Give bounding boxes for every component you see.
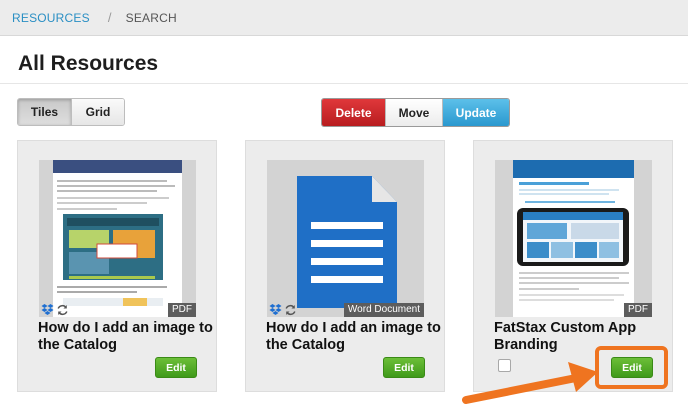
move-button[interactable]: Move — [385, 99, 443, 126]
edit-button[interactable]: Edit — [383, 357, 425, 378]
resource-thumbnail[interactable]: PDF — [39, 160, 196, 317]
delete-button[interactable]: Delete — [322, 99, 385, 126]
breadcrumb-current: SEARCH — [125, 10, 177, 25]
file-type-badge: PDF — [168, 303, 196, 317]
resource-card[interactable]: PDF How do I add an image to the Catalog… — [17, 140, 217, 392]
document-preview-image — [53, 160, 182, 317]
update-button[interactable]: Update — [443, 99, 509, 126]
main-content: All Resources Tiles Grid Delete Move Upd… — [0, 36, 688, 417]
edit-button[interactable]: Edit — [155, 357, 197, 378]
resource-thumbnail[interactable]: Word Document — [267, 160, 424, 317]
sync-status — [41, 304, 69, 316]
file-type-badge: Word Document — [343, 303, 424, 317]
bulk-action-group: Delete Move Update — [321, 98, 510, 127]
page-title: All Resources — [18, 52, 159, 75]
resource-title[interactable]: How do I add an image to the Catalog — [38, 320, 214, 354]
breadcrumb-resources-link[interactable]: RESOURCES — [12, 11, 90, 25]
file-type-badge: PDF — [624, 303, 652, 317]
dropbox-icon — [269, 304, 282, 315]
sync-icon — [57, 304, 68, 316]
dropbox-icon — [41, 304, 54, 315]
resource-card[interactable]: Word Document How do I add an image to t… — [245, 140, 445, 392]
tiles-view-button[interactable]: Tiles — [18, 99, 71, 125]
sync-icon — [285, 304, 296, 316]
breadcrumb: RESOURCES / SEARCH — [0, 0, 688, 36]
title-divider — [0, 83, 688, 84]
resource-title[interactable]: How do I add an image to the Catalog — [266, 320, 442, 354]
sync-status — [269, 304, 297, 316]
view-toggle: Tiles Grid — [17, 98, 125, 126]
word-document-icon — [297, 176, 397, 308]
resource-thumbnail[interactable]: PDF — [495, 160, 652, 317]
edit-button[interactable]: Edit — [611, 357, 653, 378]
select-checkbox[interactable] — [498, 359, 511, 372]
resource-card[interactable]: PDF FatStax Custom App Branding Edit — [473, 140, 673, 392]
grid-view-button[interactable]: Grid — [71, 99, 124, 125]
branding-preview-image — [513, 160, 634, 317]
breadcrumb-separator: / — [107, 10, 112, 25]
